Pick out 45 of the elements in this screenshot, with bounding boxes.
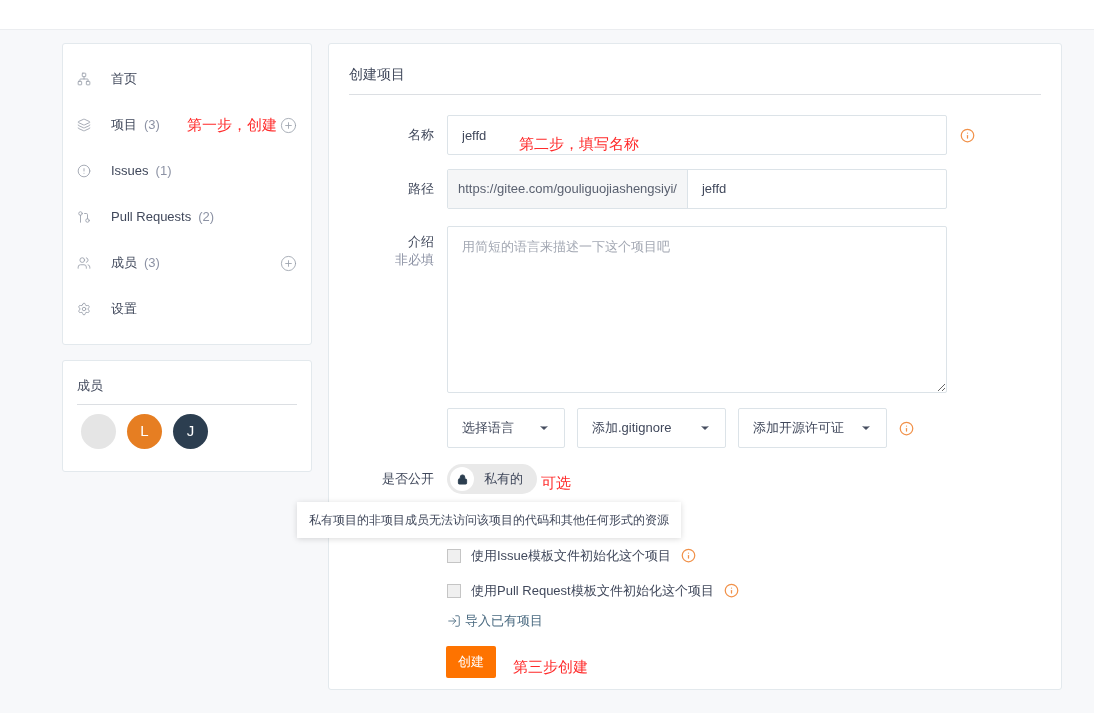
annotation-text: 第二步，填写名称: [519, 134, 639, 154]
path-prefix: https://gitee.com/gouliguojiashengsiyi/: [448, 170, 688, 208]
tooltip: 私有项目的非项目成员无法访问该项目的代码和其他任何形式的资源: [297, 502, 681, 538]
info-icon: [960, 127, 975, 143]
field-label: 介绍: [408, 233, 434, 251]
info-icon: [723, 583, 739, 598]
members-title: 成员: [77, 376, 297, 405]
add-icon[interactable]: [280, 116, 297, 134]
annotation-text: 可选: [541, 473, 571, 493]
info-icon: [899, 420, 914, 436]
dropdown-button[interactable]: 添加开源许可证: [738, 408, 887, 448]
sidebar-item[interactable]: Pull Requests (2): [77, 207, 215, 227]
dropdown-button[interactable]: 添加.gitignore: [577, 408, 726, 448]
avatar-photo[interactable]: [81, 413, 116, 449]
pull-request-icon: [77, 210, 91, 224]
sidebar-item[interactable]: 成员 (3): [77, 253, 160, 273]
info-icon: [681, 548, 697, 563]
home-icon: [77, 72, 91, 86]
visibility-toggle[interactable]: 私有的: [447, 464, 537, 494]
lock-icon: [456, 473, 468, 485]
field-label: 名称: [407, 126, 434, 145]
add-icon[interactable]: [280, 254, 297, 272]
checkbox[interactable]: [447, 548, 461, 563]
path-input[interactable]: https://gitee.com/gouliguojiashengsiyi/ jeffd: [447, 169, 947, 209]
field-label: 路径: [407, 180, 434, 199]
import-icon: [447, 613, 461, 628]
checkbox-label[interactable]: 使用Pull Request模板文件初始化这个项目: [471, 580, 714, 601]
sidebar-item[interactable]: Issues (1): [77, 161, 172, 181]
sidebar-item[interactable]: 首页: [77, 69, 137, 89]
users-icon: [77, 256, 91, 270]
stack-icon: [77, 118, 91, 132]
field-label: 是否公开: [381, 470, 434, 489]
sidebar-item[interactable]: 项目 (3): [77, 115, 160, 135]
dropdown-button[interactable]: 选择语言: [447, 408, 565, 448]
sidebar-item[interactable]: 设置: [77, 299, 137, 319]
avatar[interactable]: J: [173, 413, 208, 449]
form-title: 创建项目: [349, 64, 1041, 95]
settings-icon: [77, 302, 91, 316]
annotation-text: 第一步，创建: [187, 115, 277, 135]
field-hint: 非必填: [395, 251, 434, 269]
import-link[interactable]: 导入已有项目: [447, 611, 543, 631]
checkbox[interactable]: [447, 583, 461, 598]
annotation-text: 第三步创建: [513, 656, 588, 677]
alert-icon: [77, 164, 91, 178]
checkbox-label[interactable]: 使用Issue模板文件初始化这个项目: [471, 545, 672, 566]
